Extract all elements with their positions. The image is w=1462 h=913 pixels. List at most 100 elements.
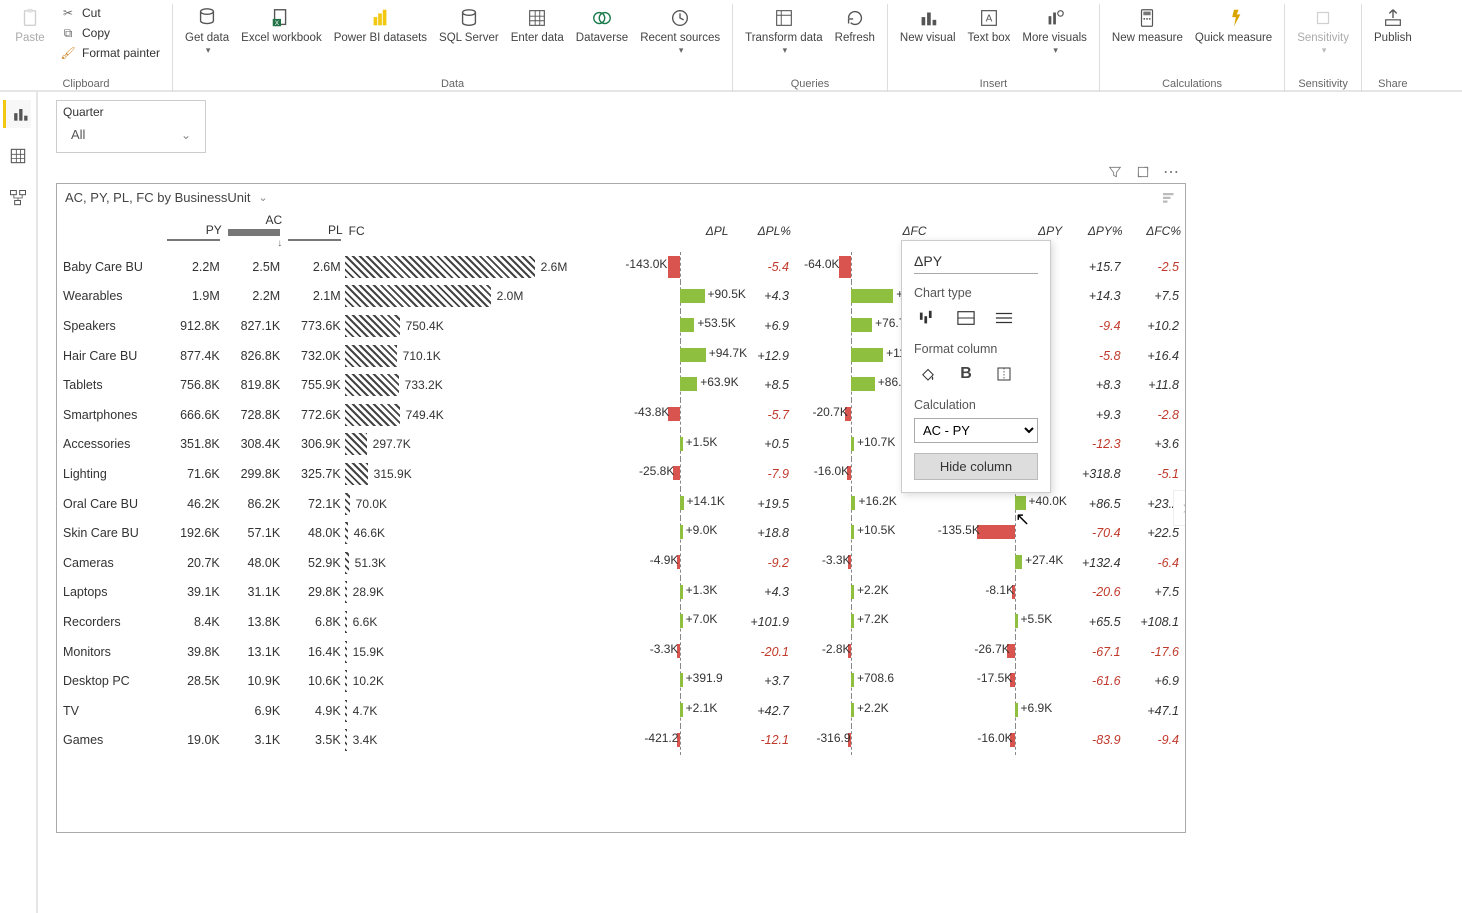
database-icon — [193, 6, 221, 30]
calculation-label: Calculation — [914, 398, 1038, 412]
cell-fc: 70.0K — [345, 489, 614, 519]
cell-dpl: -143.0K — [614, 252, 731, 282]
paste-icon — [16, 6, 44, 30]
focus-mode-icon[interactable] — [1134, 163, 1152, 181]
cell-dpyp: +9.3 — [1064, 400, 1124, 430]
hide-column-button[interactable]: Hide column — [914, 453, 1038, 480]
more-visuals-button[interactable]: More visuals — [1018, 4, 1091, 58]
col-header-fc[interactable]: FC — [345, 211, 614, 252]
cell-ac: 826.8K — [224, 341, 284, 371]
more-options-icon[interactable]: ⋯ — [1162, 163, 1180, 181]
cell-py — [163, 696, 223, 726]
slicer-dropdown[interactable]: All ⌄ — [63, 123, 199, 146]
cell-ac: 308.4K — [224, 430, 284, 460]
report-view-button[interactable] — [3, 100, 31, 128]
cell-ac: 13.1K — [224, 637, 284, 667]
get-data-button[interactable]: Get data — [181, 4, 233, 58]
cell-pl: 732.0K — [284, 341, 344, 371]
cell-pl: 773.6K — [284, 311, 344, 341]
new-visual-button[interactable]: New visual — [896, 4, 960, 47]
cell-dpy: -135.5K — [929, 518, 1065, 548]
excel-icon: X — [267, 6, 295, 30]
cut-button[interactable]: ✂Cut — [56, 4, 164, 22]
cell-fc: 51.3K — [345, 548, 614, 578]
powerbi-datasets-button[interactable]: Power BI datasets — [330, 4, 431, 47]
sensitivity-icon — [1309, 6, 1337, 30]
cell-py: 912.8K — [163, 311, 223, 341]
cell-dfc: +7.2K — [793, 607, 929, 637]
chart-type-variance[interactable] — [952, 306, 980, 330]
cell-fc: 28.9K — [345, 578, 614, 608]
cell-py: 39.8K — [163, 637, 223, 667]
side-arrow-right[interactable]: › — [1173, 490, 1186, 526]
col-header-dplp[interactable]: ΔPL% — [730, 211, 793, 252]
cell-ac: 819.8K — [224, 370, 284, 400]
row-label: Skin Care BU — [59, 518, 163, 548]
zebra-visual[interactable]: › AC, PY, PL, FC by BusinessUnit ⌄ PY AC — [56, 183, 1186, 833]
column-name-input[interactable] — [914, 251, 1038, 274]
sensitivity-button[interactable]: Sensitivity — [1293, 4, 1353, 58]
cell-dplp: -5.7 — [730, 400, 793, 430]
border-button[interactable] — [990, 362, 1018, 386]
cell-dfcp: +3.6 — [1125, 430, 1183, 460]
cell-dfc: -2.8K — [793, 637, 929, 667]
cell-dpyp: -20.6 — [1064, 578, 1124, 608]
cell-ac: 2.2M — [224, 282, 284, 312]
col-header-pl[interactable]: PL — [284, 211, 344, 252]
cell-dpyp: -5.8 — [1064, 341, 1124, 371]
model-view-button[interactable] — [4, 184, 32, 212]
cell-dplp: -5.4 — [730, 252, 793, 282]
cell-dplp: +18.8 — [730, 518, 793, 548]
cell-py: 46.2K — [163, 489, 223, 519]
col-header-dpyp[interactable]: ΔPY% — [1064, 211, 1124, 252]
col-header-dpl[interactable]: ΔPL — [614, 211, 731, 252]
chevron-down-icon[interactable]: ⌄ — [258, 191, 267, 204]
fill-color-button[interactable] — [914, 362, 942, 386]
table-row: Desktop PC28.5K10.9K10.6K10.2K+391.9+3.7… — [59, 666, 1183, 696]
chart-type-table[interactable] — [990, 306, 1018, 330]
col-header-ac[interactable]: AC — [224, 211, 284, 252]
cell-dpl: +7.0K — [614, 607, 731, 637]
excel-button[interactable]: XExcel workbook — [237, 4, 326, 47]
refresh-button[interactable]: Refresh — [831, 4, 879, 47]
cell-dpy: +6.9K — [929, 696, 1065, 726]
col-header-py[interactable]: PY — [163, 211, 223, 252]
cell-py: 8.4K — [163, 607, 223, 637]
recent-sources-button[interactable]: Recent sources — [636, 4, 724, 58]
cell-dplp: -9.2 — [730, 548, 793, 578]
cell-dfcp: -2.8 — [1125, 400, 1183, 430]
col-header-label[interactable] — [59, 211, 163, 252]
ribbon-group-clipboard: Paste ✂Cut ⧉Copy 🖌Format painter Clipboa… — [0, 4, 173, 92]
transform-data-button[interactable]: Transform data — [741, 4, 827, 58]
new-measure-button[interactable]: New measure — [1108, 4, 1187, 47]
sql-icon — [455, 6, 483, 30]
enter-data-button[interactable]: Enter data — [507, 4, 568, 47]
cell-dpl: +14.1K — [614, 489, 731, 519]
cell-dfc: -3.3K — [793, 548, 929, 578]
data-view-button[interactable] — [4, 142, 32, 170]
canvas: Quarter All ⌄ ⋯ › AC, PY, PL, FC by Busi… — [38, 92, 1462, 913]
cell-dplp: +0.5 — [730, 430, 793, 460]
paste-button[interactable]: Paste — [8, 4, 52, 47]
row-label: Smartphones — [59, 400, 163, 430]
copy-button[interactable]: ⧉Copy — [56, 24, 164, 42]
filter-icon[interactable] — [1106, 163, 1124, 181]
bold-button[interactable]: B — [952, 362, 980, 386]
cell-dfcp: +6.9 — [1125, 666, 1183, 696]
dataverse-button[interactable]: Dataverse — [572, 4, 632, 47]
row-label: Tablets — [59, 370, 163, 400]
bar-chart-icon[interactable] — [1159, 190, 1179, 211]
chart-type-waterfall[interactable] — [914, 306, 942, 330]
recent-icon — [666, 6, 694, 30]
sql-server-button[interactable]: SQL Server — [435, 4, 503, 47]
col-header-dfcp[interactable]: ΔFC% — [1125, 211, 1183, 252]
calculation-select[interactable]: AC - PY — [914, 418, 1038, 443]
text-box-button[interactable]: AText box — [964, 4, 1015, 47]
cell-dpyp: -9.4 — [1064, 311, 1124, 341]
cell-dfc: +10.5K — [793, 518, 929, 548]
publish-button[interactable]: Publish — [1370, 4, 1416, 47]
cell-dplp: -20.1 — [730, 637, 793, 667]
svg-text:A: A — [986, 14, 993, 25]
format-painter-button[interactable]: 🖌Format painter — [56, 44, 164, 62]
quick-measure-button[interactable]: Quick measure — [1191, 4, 1276, 47]
